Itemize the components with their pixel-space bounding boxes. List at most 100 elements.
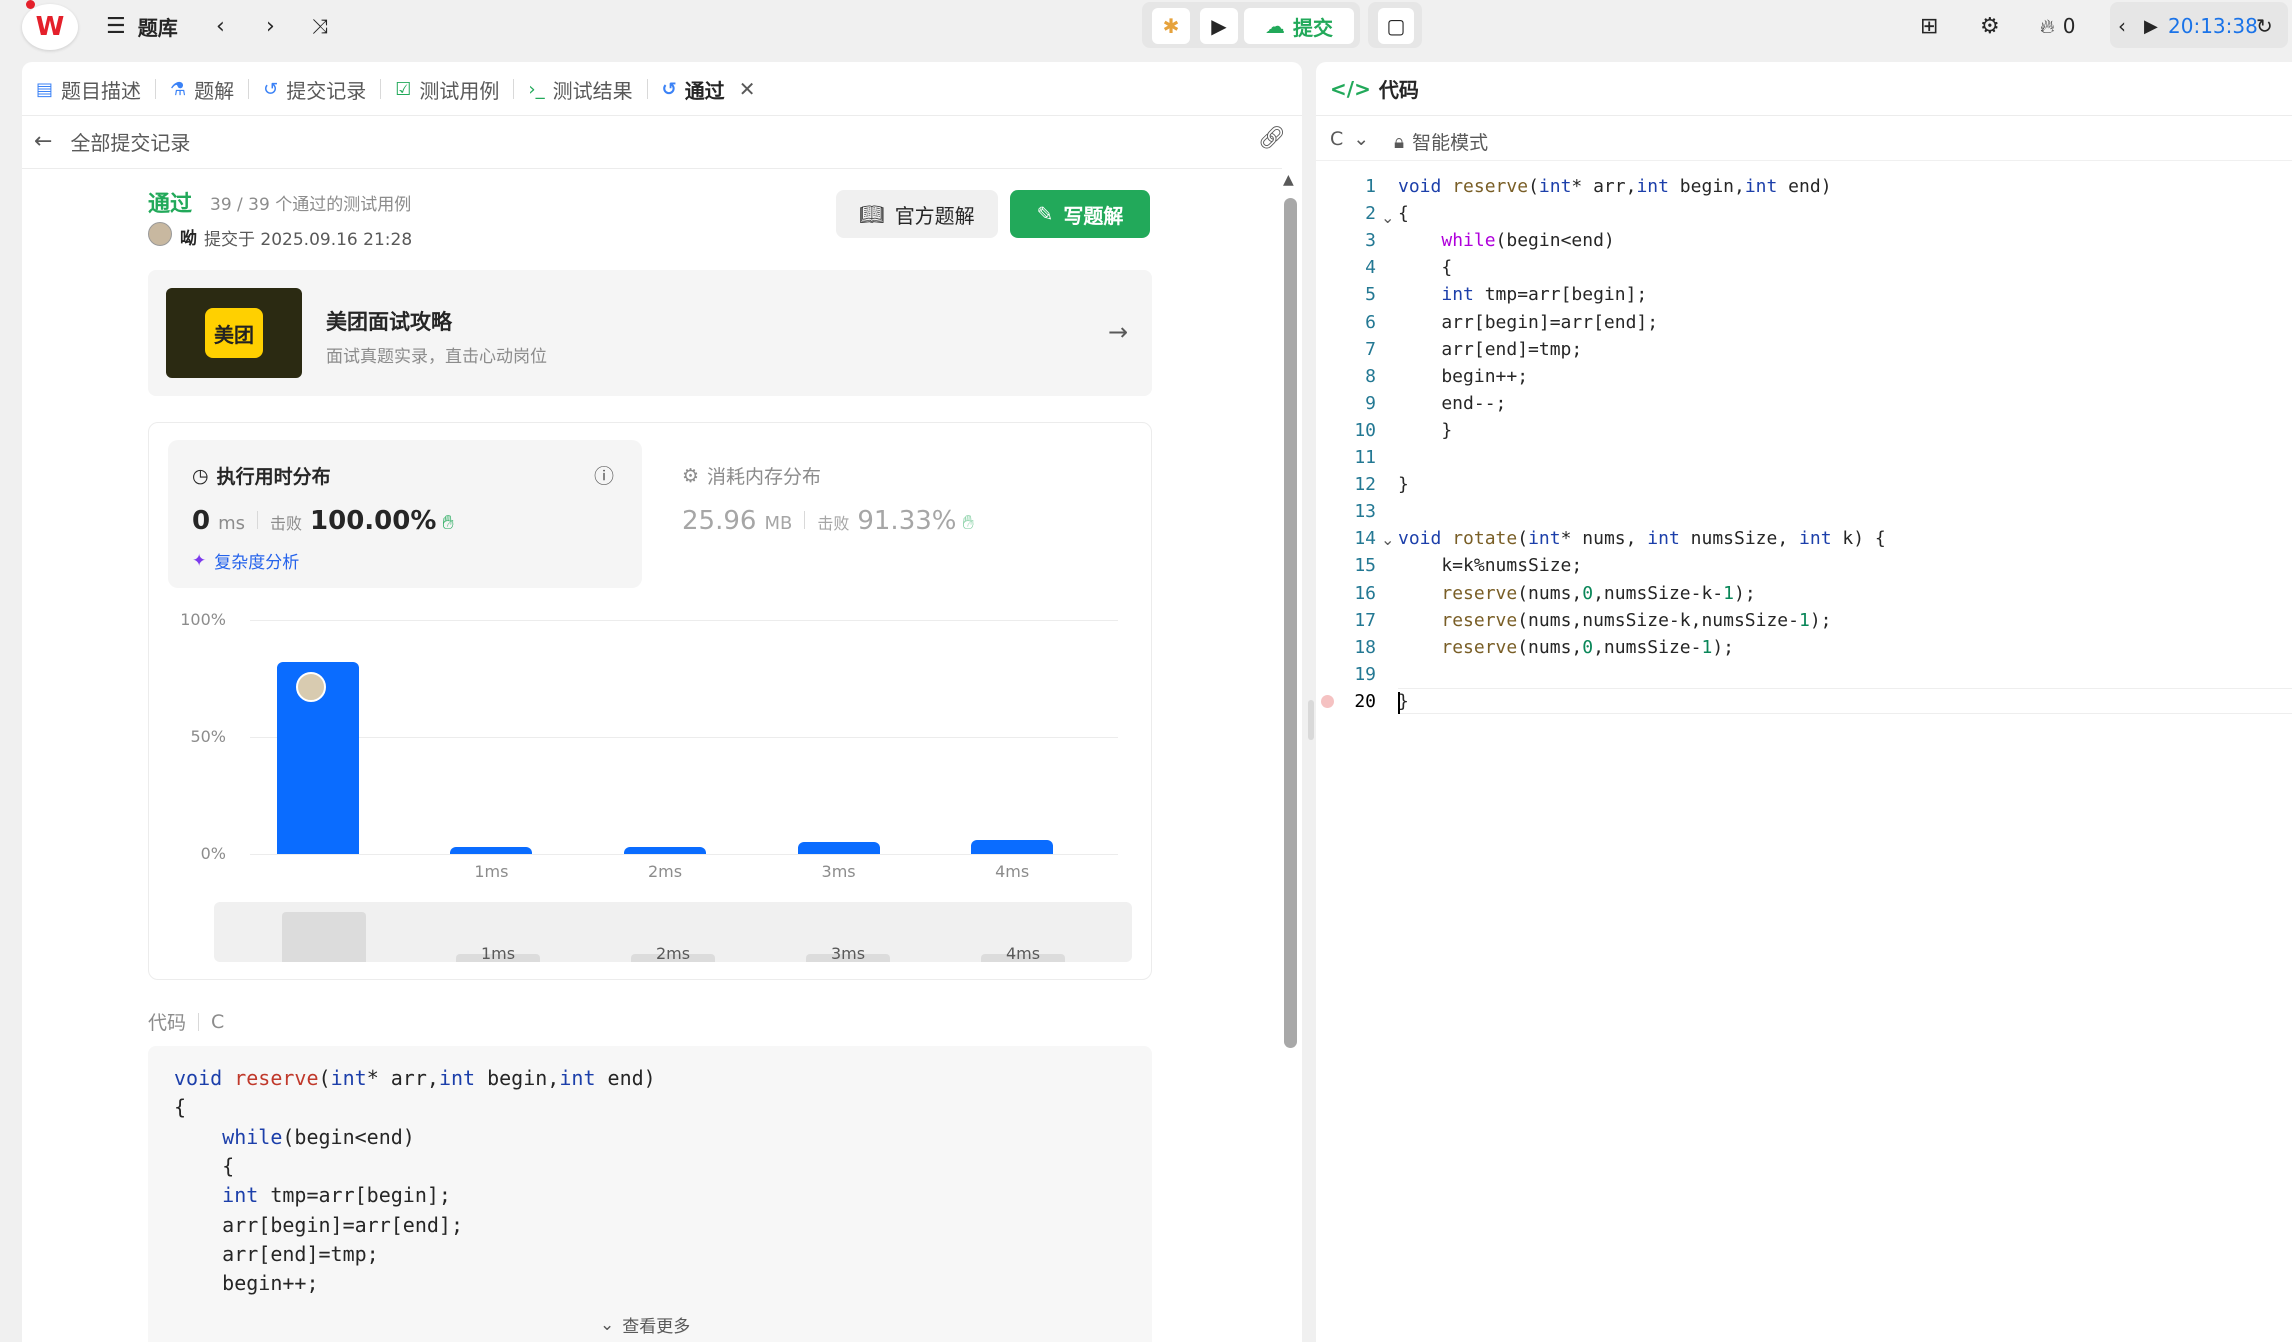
header-separator [198,1012,200,1031]
line-number: 6 [1365,311,1376,333]
minimap-label: 3ms [830,944,866,963]
timer-collapse-icon[interactable]: ‹ [2118,10,2126,42]
debug-icon[interactable]: ✱ [1152,8,1190,44]
info-icon[interactable]: ⓘ [594,460,614,489]
preview-code-line: void reserve(int* arr,int begin,int end) [174,1066,656,1090]
code-line: begin++; [1398,365,1529,387]
left-scrollbar-thumb[interactable] [1284,198,1297,1048]
code-line: { [1398,203,1409,225]
preview-code-line: arr[end]=tmp; [174,1241,379,1266]
avatar[interactable] [148,222,172,246]
line-number: 18 [1354,636,1376,658]
problem-list-button[interactable]: ☰ 题库 [106,10,178,42]
history-icon: ↺ [263,78,279,100]
chart-bar-1ms[interactable] [450,846,533,854]
settings-gear-icon[interactable]: ⚙ [1980,10,2000,42]
official-solution-button[interactable]: 📖︎ 官方题解 [836,190,998,238]
meituan-logo: 美团 [166,288,302,378]
smart-mode-toggle[interactable]: 🔒︎ 智能模式 [1394,128,1488,155]
chart-bar-2ms[interactable] [624,846,706,854]
code-line: k=k%numsSize; [1398,555,1583,577]
timer-play-icon[interactable]: ▶ [2144,10,2158,42]
status-accepted: 通过 [148,192,193,217]
line-number: 14 [1354,528,1376,550]
tab-solutions[interactable]: ⚗ 题解 [156,62,248,116]
chart-gridline [250,620,1118,621]
line-number: 7 [1365,338,1376,360]
streak-counter[interactable]: 🔥︎ 0 [2040,10,2075,42]
tab-test-results[interactable]: ›_ 测试结果 [514,62,646,116]
y-tick-label: 100% [180,610,226,629]
write-solution-button[interactable]: ✎ 写题解 [1010,190,1150,238]
complexity-analysis-link[interactable]: ✦ 复杂度分析 [192,548,299,574]
code-line: void rotate(int* nums, int numsSize, int… [1398,528,1886,550]
app-logo[interactable]: W [22,4,78,50]
chart-bar-4ms[interactable] [971,839,1054,854]
range-selector-handle[interactable] [282,912,366,962]
code-brackets-icon: </> [1330,76,1371,101]
code-line: arr[end]=tmp; [1398,338,1583,360]
line-number: 5 [1365,284,1376,306]
memory-value-row: 25.96 MB 击败 91.33% ✋︎ [682,506,974,536]
line-number: 4 [1365,257,1376,279]
link-icon[interactable]: 🔗︎ [1258,126,1286,151]
code-line: } [1398,474,1409,496]
chevrons-down-icon: ⌄ [600,1314,615,1335]
terminal-icon: ›_ [528,78,545,100]
back-to-submissions[interactable]: ← 全部提交记录 [34,126,190,156]
fold-chevron-icon[interactable]: ⌄ [1381,208,1394,227]
preview-code-line: begin++; [174,1271,319,1296]
code-line: } [1398,419,1453,441]
resizer-grip[interactable] [1308,700,1314,740]
tab-description[interactable]: ▤ 题目描述 [22,62,155,116]
line-number: 12 [1354,474,1376,496]
line-number: 16 [1354,582,1376,604]
tab-submissions[interactable]: ↺ 提交记录 [249,62,380,116]
checkbox-icon: ☑ [395,78,412,100]
fold-chevron-icon[interactable]: ⌄ [1381,530,1394,549]
code-line: { [1398,257,1453,279]
layout-icon[interactable]: ⊞ [1920,10,1938,42]
value-separator [804,511,806,529]
arrow-right-icon: → [1108,318,1129,346]
tab-testcases[interactable]: ☑ 测试用例 [381,62,513,116]
username[interactable]: 呦 [180,224,197,249]
x-tick-label: 2ms [647,862,683,881]
note-icon[interactable]: ▢ [1378,8,1414,44]
code-line: reserve(nums,0,numsSize-1); [1441,636,1734,658]
top-bar: W ☰ 题库 ‹ › ⤨ ✱ ▶ ☁ 提交 ▢ ⊞ ⚙ 🔥︎ 0 ‹ ▶ 20:… [0,0,2292,52]
close-tab-icon[interactable]: ✕ [739,77,756,101]
see-more-button[interactable]: ⌄ 查看更多 [600,1312,690,1338]
timer-reset-icon[interactable]: ↻ [2256,10,2273,42]
code-line: while(begin<end) [1441,230,1615,252]
minimap-label: 4ms [1005,944,1041,963]
tab-accepted[interactable]: ↺ 通过 ✕ [648,62,770,116]
x-tick-label: 1ms [474,862,509,881]
language-select[interactable]: C ⌄ [1330,128,1369,150]
edit-icon: ✎ [1036,202,1054,226]
line-number: 15 [1354,555,1376,577]
scroll-up-arrow[interactable]: ▲ [1283,172,1294,188]
line-number: 9 [1365,392,1376,414]
flask-icon: ⚗ [170,78,187,100]
book-open-icon: 📖︎ [859,202,885,226]
shuffle-icon[interactable]: ⤨ [312,10,328,42]
testcase-count: 39 / 39 个通过的测试用例 [210,195,412,215]
current-line-highlight [1398,688,2292,714]
prev-problem-icon[interactable]: ‹ [216,10,225,42]
preview-code-line: int tmp=arr[begin]; [222,1183,451,1208]
run-icon[interactable]: ▶ [1200,8,1238,44]
line-number: 8 [1365,365,1376,387]
fire-icon: 🔥︎ [2040,14,2055,38]
preview-code-line: while(begin<end) [222,1124,415,1149]
lock-icon: 🔒︎ [1394,130,1405,153]
y-tick-label: 50% [190,727,226,746]
panel-header-divider [1316,115,2292,116]
chart-bar-3ms[interactable] [797,842,880,854]
submit-button[interactable]: ☁ 提交 [1244,8,1354,44]
row-divider [22,168,1282,169]
memory-tab[interactable]: ⚙ 消耗内存分布 [682,462,821,489]
code-line: reserve(nums,numsSize-k,numsSize-1); [1441,609,1832,631]
next-problem-icon[interactable]: › [266,10,275,42]
x-tick-label: 4ms [995,862,1030,881]
